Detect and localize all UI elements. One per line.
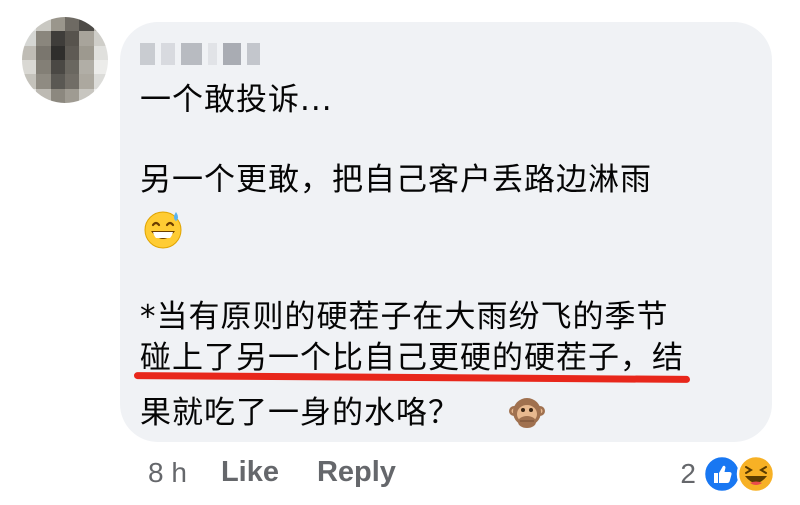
comment-timestamp[interactable]: 8 h — [148, 457, 187, 489]
comment-line-2: 另一个更敢，把自己客户丢路边淋雨 — [140, 162, 652, 198]
like-button[interactable]: Like — [221, 456, 279, 489]
comment-line-3: *当有原则的硬茬子在大雨纷飞的季节 — [140, 299, 669, 335]
reaction-count: 2 — [680, 458, 696, 489]
avatar[interactable] — [22, 17, 108, 103]
speak-no-evil-monkey-emoji — [509, 398, 545, 428]
comment-line-5: 果就吃了一身的水咯？ — [140, 395, 460, 431]
haha-reaction-icon — [736, 454, 776, 494]
comment-actions: 8 h Like Reply — [148, 456, 434, 489]
reactions-summary[interactable]: 2 — [680, 454, 776, 494]
grinning-sweat-emoji — [144, 211, 182, 249]
author-name-redacted[interactable] — [140, 42, 260, 66]
reply-button[interactable]: Reply — [317, 456, 396, 489]
comment-line-1: 一个敢投诉... — [140, 82, 333, 118]
